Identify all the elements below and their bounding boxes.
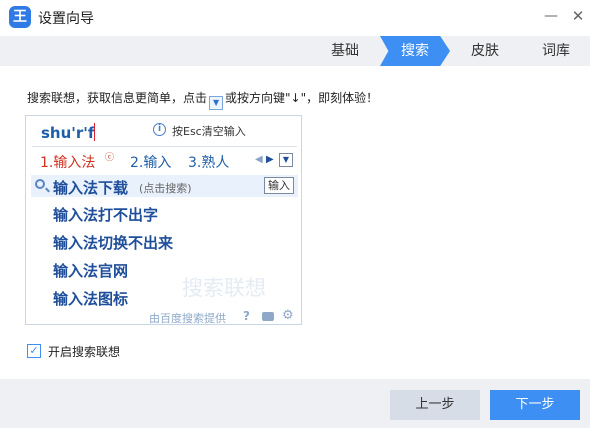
candidate-1[interactable]: 1.输入法 bbox=[40, 152, 95, 172]
app-logo-icon: 王 bbox=[9, 6, 31, 28]
suggestion-item[interactable]: 输入法打不出字 bbox=[53, 204, 158, 225]
suggestion-item[interactable]: 输入法切换不出来 bbox=[53, 232, 173, 253]
ime-preview-panel: shu'r'f i 按Esc清空输入 1.输入法 2.输入 3.熟人 ⓒ ◀ ▶… bbox=[25, 115, 302, 325]
feedback-icon[interactable] bbox=[262, 312, 274, 321]
help-icon[interactable]: ? bbox=[243, 309, 250, 323]
text-caret bbox=[94, 123, 95, 141]
tab-search[interactable]: 搜索 bbox=[380, 36, 450, 66]
page-next-icon[interactable]: ▶ bbox=[266, 154, 274, 165]
title-bar: 王 设置向导 — ✕ bbox=[0, 0, 590, 36]
divider bbox=[32, 146, 297, 147]
dropdown-arrow-icon: ▼ bbox=[209, 96, 224, 110]
suggestion-tip: (点击搜索) bbox=[139, 182, 192, 195]
instruction-part-2: 或按方向键"↓"，即刻体验！ bbox=[225, 91, 379, 105]
pinyin-composition: shu'r'f bbox=[41, 124, 95, 142]
candidate-2[interactable]: 2.输入 bbox=[130, 152, 171, 172]
suggestion-item[interactable]: 输入法图标 bbox=[53, 288, 128, 309]
search-icon bbox=[35, 179, 45, 189]
suggestion-item[interactable]: 输入法官网 bbox=[53, 260, 128, 281]
info-icon: i bbox=[153, 123, 166, 136]
expand-candidates-icon[interactable]: ▼ bbox=[279, 153, 293, 167]
page-prev-icon[interactable]: ◀ bbox=[255, 154, 263, 165]
next-button[interactable]: 下一步 bbox=[490, 390, 580, 420]
footer-bar: 上一步 下一步 bbox=[0, 379, 590, 428]
provider-text: 由百度搜索提供 bbox=[149, 312, 226, 325]
esc-hint: 按Esc清空输入 bbox=[172, 125, 246, 138]
instruction-text: 搜索联想，获取信息更简单，点击 ▼ 或按方向键"↓"，即刻体验！ bbox=[27, 89, 378, 110]
suggestion-main[interactable]: 输入法下载 bbox=[53, 177, 128, 198]
gear-icon[interactable]: ⚙ bbox=[282, 308, 294, 323]
tab-dictionary[interactable]: 词库 bbox=[533, 36, 579, 66]
candidate-3[interactable]: 3.熟人 bbox=[188, 152, 229, 172]
window-title: 设置向导 bbox=[38, 11, 94, 27]
tab-skin[interactable]: 皮肤 bbox=[462, 36, 508, 66]
prev-button[interactable]: 上一步 bbox=[390, 390, 480, 420]
cloud-swirl-icon: ⓒ bbox=[105, 153, 115, 163]
instruction-part-1: 搜索联想，获取信息更简单，点击 bbox=[27, 91, 208, 105]
enable-search-suggest-checkbox[interactable]: ✓ bbox=[27, 344, 41, 358]
search-suggestion-top[interactable]: 输入法下载 (点击搜索) 输入 bbox=[31, 175, 298, 197]
input-button[interactable]: 输入 bbox=[264, 177, 294, 194]
close-button[interactable]: ✕ bbox=[565, 4, 590, 28]
tab-basic[interactable]: 基础 bbox=[322, 36, 368, 66]
step-tabs: 基础 搜索 皮肤 词库 bbox=[0, 36, 590, 66]
enable-search-suggest-label[interactable]: 开启搜索联想 bbox=[48, 343, 120, 360]
minimize-button[interactable]: — bbox=[538, 4, 564, 28]
watermark: 搜索联想 bbox=[182, 276, 266, 300]
